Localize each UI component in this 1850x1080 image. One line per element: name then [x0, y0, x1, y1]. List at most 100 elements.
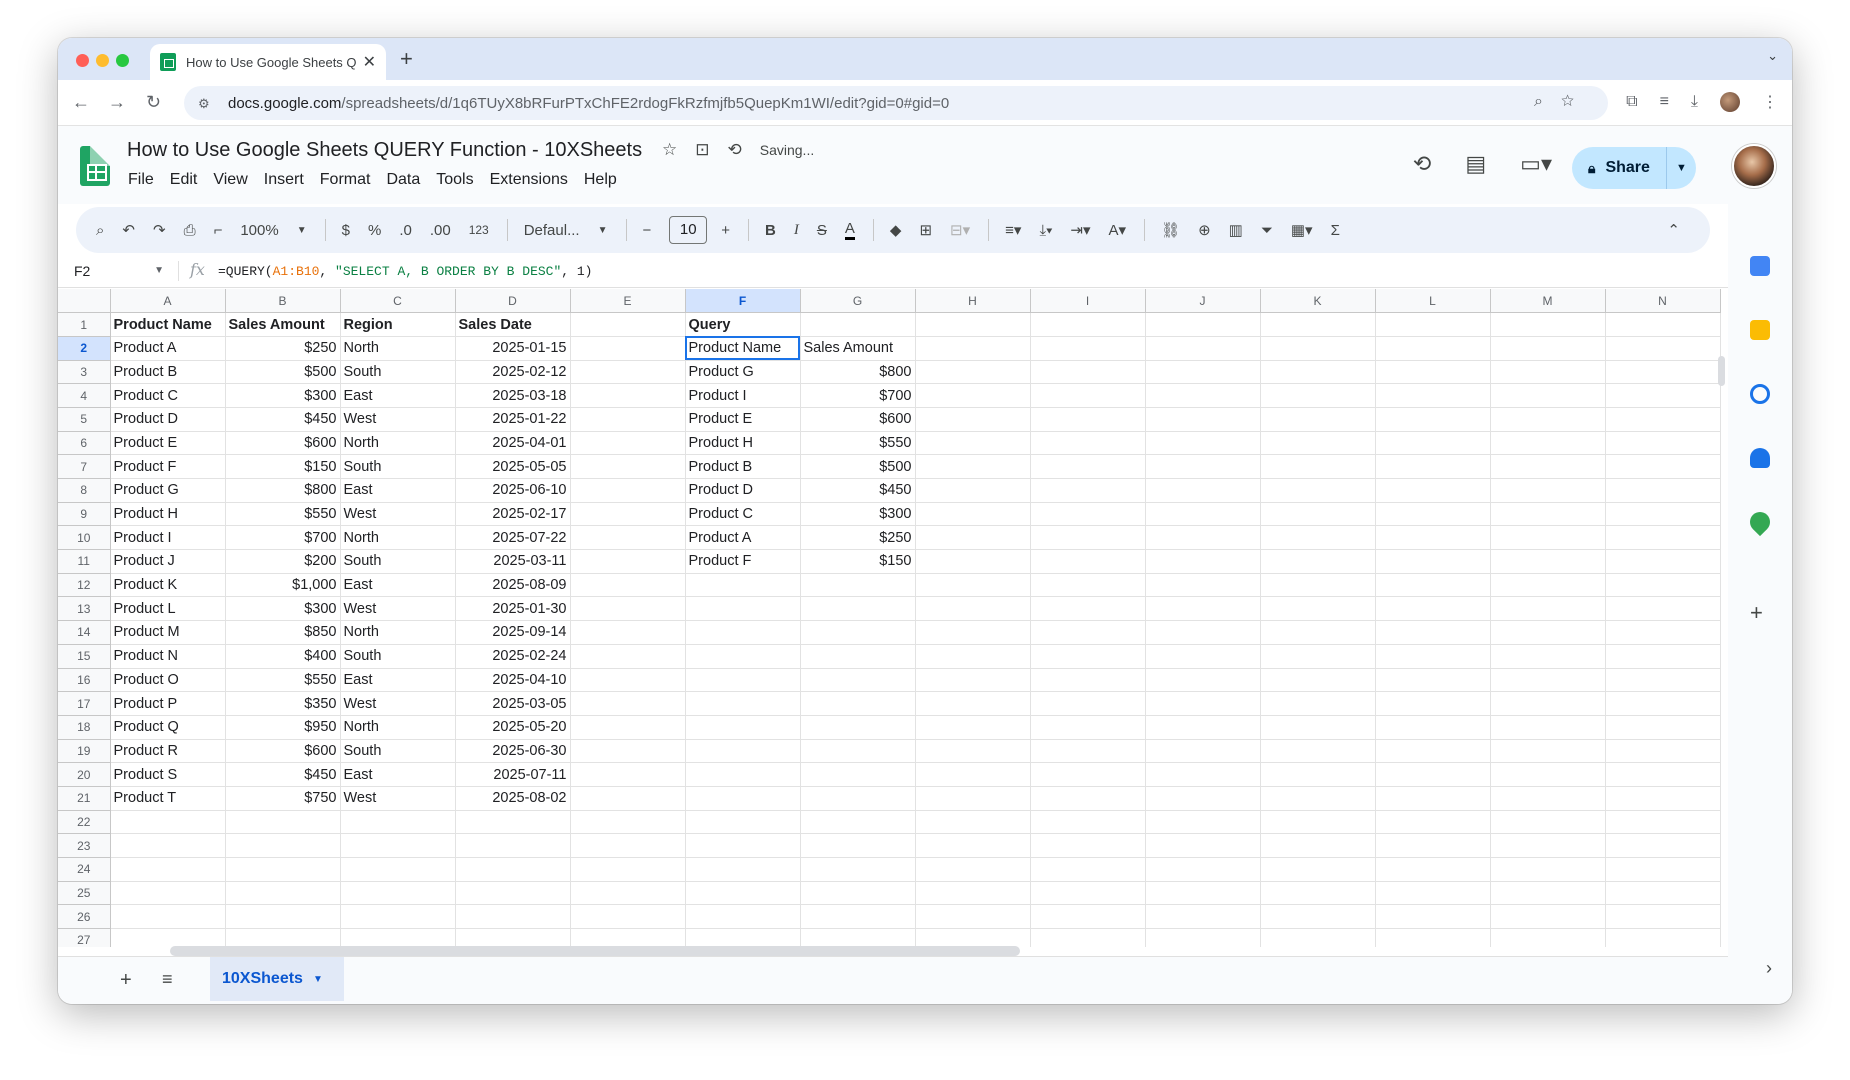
cell-j11[interactable]: [1145, 549, 1261, 574]
cell-m7[interactable]: [1490, 454, 1606, 479]
cell-b27[interactable]: [225, 928, 341, 947]
cell-h8[interactable]: [915, 478, 1031, 503]
meet-icon[interactable]: ▭▾: [1520, 151, 1552, 177]
insert-link-icon[interactable]: ⛓: [1161, 221, 1180, 239]
column-header-l[interactable]: L: [1375, 289, 1491, 314]
cell-d5[interactable]: 2025-01-22: [455, 407, 571, 432]
cell-i22[interactable]: [1030, 810, 1146, 835]
row-header[interactable]: 11: [58, 549, 111, 574]
cell-h7[interactable]: [915, 454, 1031, 479]
cell-e11[interactable]: [570, 549, 686, 574]
cell-c27[interactable]: [340, 928, 456, 947]
cell-m16[interactable]: [1490, 668, 1606, 693]
cell-l11[interactable]: [1375, 549, 1491, 574]
cell-d10[interactable]: 2025-07-22: [455, 525, 571, 551]
cell-a11[interactable]: Product J: [110, 549, 226, 574]
cell-i13[interactable]: [1030, 596, 1146, 622]
cell-c9[interactable]: West: [340, 502, 456, 527]
cell-i10[interactable]: [1030, 525, 1146, 551]
cell-i26[interactable]: [1030, 904, 1146, 930]
cell-a6[interactable]: Product E: [110, 431, 226, 456]
cell-m8[interactable]: [1490, 478, 1606, 503]
cell-d6[interactable]: 2025-04-01: [455, 431, 571, 456]
cell-k9[interactable]: [1260, 502, 1376, 527]
cell-j3[interactable]: [1145, 360, 1261, 385]
menu-tools[interactable]: Tools: [436, 171, 473, 189]
cell-f11[interactable]: Product F: [685, 549, 801, 574]
cell-l23[interactable]: [1375, 833, 1491, 858]
cell-n9[interactable]: [1605, 502, 1721, 527]
cell-i3[interactable]: [1030, 360, 1146, 385]
cell-i20[interactable]: [1030, 762, 1146, 787]
cell-a27[interactable]: [110, 928, 226, 947]
cell-m13[interactable]: [1490, 596, 1606, 622]
cell-k14[interactable]: [1260, 620, 1376, 645]
cell-j18[interactable]: [1145, 715, 1261, 740]
currency-format-button[interactable]: $: [342, 222, 350, 239]
cell-n18[interactable]: [1605, 715, 1721, 740]
text-wrapping-icon[interactable]: ⇥▾: [1070, 221, 1090, 239]
cell-l12[interactable]: [1375, 573, 1491, 598]
cell-e16[interactable]: [570, 668, 686, 693]
row-header[interactable]: 25: [58, 881, 111, 906]
cell-f22[interactable]: [685, 810, 801, 835]
cell-a17[interactable]: Product P: [110, 691, 226, 716]
cell-h17[interactable]: [915, 691, 1031, 716]
cell-g3[interactable]: $800: [800, 360, 916, 385]
cell-g25[interactable]: [800, 881, 916, 906]
row-header[interactable]: 4: [58, 383, 111, 408]
search-menus-icon[interactable]: ⌕: [96, 222, 104, 239]
cell-n3[interactable]: [1605, 360, 1721, 385]
cell-d18[interactable]: 2025-05-20: [455, 715, 571, 740]
cell-k12[interactable]: [1260, 573, 1376, 598]
cell-d8[interactable]: 2025-06-10: [455, 478, 571, 503]
cell-e24[interactable]: [570, 857, 686, 882]
bold-icon[interactable]: B: [765, 222, 776, 239]
text-rotation-icon[interactable]: A▾: [1108, 221, 1126, 239]
cell-e5[interactable]: [570, 407, 686, 432]
column-header-e[interactable]: E: [570, 289, 686, 314]
cell-g14[interactable]: [800, 620, 916, 645]
cell-k4[interactable]: [1260, 383, 1376, 408]
cell-f18[interactable]: [685, 715, 801, 740]
cell-l21[interactable]: [1375, 786, 1491, 811]
cell-k26[interactable]: [1260, 904, 1376, 930]
share-dropdown-icon[interactable]: ▼: [1666, 147, 1696, 189]
name-box[interactable]: F2 ▼: [74, 263, 164, 279]
cell-e26[interactable]: [570, 904, 686, 930]
cell-b23[interactable]: [225, 833, 341, 858]
cell-d25[interactable]: [455, 881, 571, 906]
cell-g10[interactable]: $250: [800, 525, 916, 551]
cell-j20[interactable]: [1145, 762, 1261, 787]
cell-e8[interactable]: [570, 478, 686, 503]
cell-b14[interactable]: $850: [225, 620, 341, 645]
cell-m18[interactable]: [1490, 715, 1606, 740]
cell-d1[interactable]: Sales Date: [455, 312, 571, 337]
cell-d17[interactable]: 2025-03-05: [455, 691, 571, 716]
cell-d13[interactable]: 2025-01-30: [455, 596, 571, 622]
cell-f17[interactable]: [685, 691, 801, 716]
cell-d27[interactable]: [455, 928, 571, 947]
menu-insert[interactable]: Insert: [264, 171, 304, 189]
cell-j26[interactable]: [1145, 904, 1261, 930]
cell-j24[interactable]: [1145, 857, 1261, 882]
cell-f21[interactable]: [685, 786, 801, 811]
cell-h18[interactable]: [915, 715, 1031, 740]
cell-l20[interactable]: [1375, 762, 1491, 787]
cell-e18[interactable]: [570, 715, 686, 740]
cell-j22[interactable]: [1145, 810, 1261, 835]
cell-b6[interactable]: $600: [225, 431, 341, 456]
cell-b8[interactable]: $800: [225, 478, 341, 503]
cell-j12[interactable]: [1145, 573, 1261, 598]
cell-n22[interactable]: [1605, 810, 1721, 835]
cell-l13[interactable]: [1375, 596, 1491, 622]
cell-a2[interactable]: Product A: [110, 336, 226, 361]
cell-h22[interactable]: [915, 810, 1031, 835]
cell-c18[interactable]: North: [340, 715, 456, 740]
minimize-window-button[interactable]: [96, 54, 109, 67]
back-icon[interactable]: ←: [72, 92, 90, 113]
cell-d7[interactable]: 2025-05-05: [455, 454, 571, 479]
cell-k21[interactable]: [1260, 786, 1376, 811]
vertical-align-icon[interactable]: ⤓▾: [1039, 222, 1052, 239]
cell-m25[interactable]: [1490, 881, 1606, 906]
